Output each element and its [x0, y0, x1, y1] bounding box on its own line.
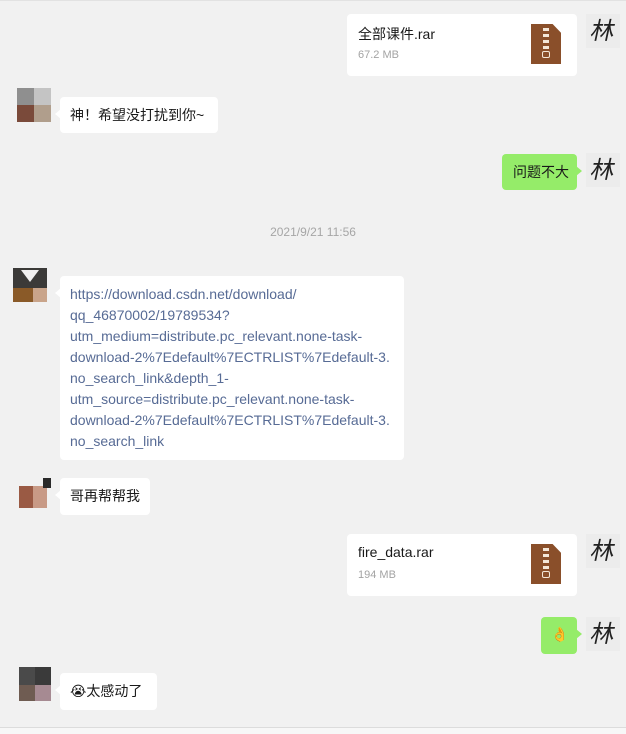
file-name: 全部课件.rar: [358, 26, 435, 42]
message-bubble-incoming[interactable]: 神！希望没打扰到你~: [55, 97, 218, 133]
file-size: 194 MB: [358, 569, 396, 581]
message-text: 😭太感动了: [70, 681, 142, 702]
message-text: 问题不大: [513, 164, 569, 180]
message-text: 神！希望没打扰到你~: [70, 107, 205, 123]
tearful-face-emoji-icon: 😭: [70, 684, 87, 700]
contact-avatar-2[interactable]: [13, 268, 47, 302]
file-message-fire-data[interactable]: fire_data.rar 194 MB: [347, 534, 577, 596]
file-size: 67.2 MB: [358, 49, 399, 61]
link-text-line[interactable]: download-2%7Edefault%7ECTRLIST%7Edefault…: [70, 412, 390, 428]
message-bubble-incoming[interactable]: 哥再帮帮我: [55, 478, 150, 515]
message-timestamp: 2021/9/21 11:56: [270, 225, 356, 239]
link-text-line[interactable]: download-2%7Edefault%7ECTRLIST%7Edefault…: [70, 349, 390, 365]
contact-avatar-4[interactable]: [19, 667, 53, 701]
self-avatar[interactable]: 林: [586, 534, 620, 568]
link-text-line[interactable]: no_search_link&depth_1-: [70, 370, 229, 386]
top-divider: [0, 0, 626, 1]
file-name: fire_data.rar: [358, 544, 434, 560]
input-area-edge: [0, 728, 626, 734]
link-text-line[interactable]: utm_medium=distribute.pc_relevant.none-t…: [70, 328, 362, 344]
calligraphy-avatar-icon: 林: [588, 17, 618, 45]
message-text-content: 太感动了: [86, 683, 143, 699]
file-message-courseware[interactable]: 全部课件.rar 67.2 MB: [347, 14, 577, 76]
message-text: 哥再帮帮我: [70, 488, 140, 504]
calligraphy-avatar-icon: 林: [588, 156, 618, 184]
link-message-bubble[interactable]: https://download.csdn.net/download/ qq_4…: [55, 276, 404, 460]
message-bubble-outgoing[interactable]: 👌: [541, 617, 582, 654]
ok-hand-emoji-icon: 👌: [551, 627, 569, 643]
self-avatar[interactable]: 林: [586, 617, 620, 651]
zip-archive-icon: [531, 24, 561, 64]
contact-avatar-1[interactable]: [17, 88, 51, 122]
message-bubble-outgoing[interactable]: 问题不大: [502, 154, 582, 190]
link-text-line[interactable]: https://download.csdn.net/download/: [70, 286, 297, 302]
zip-archive-icon: [531, 544, 561, 584]
message-bubble-incoming[interactable]: 😭太感动了: [55, 673, 157, 710]
contact-avatar-3[interactable]: [19, 478, 53, 512]
link-text-line[interactable]: utm_source=distribute.pc_relevant.none-t…: [70, 391, 354, 407]
link-text-line[interactable]: qq_46870002/19789534?: [70, 307, 230, 323]
calligraphy-avatar-icon: 林: [588, 537, 618, 565]
self-avatar[interactable]: 林: [586, 153, 620, 187]
calligraphy-avatar-icon: 林: [588, 620, 618, 648]
link-text-line[interactable]: no_search_link: [70, 433, 164, 449]
self-avatar[interactable]: 林: [586, 14, 620, 48]
